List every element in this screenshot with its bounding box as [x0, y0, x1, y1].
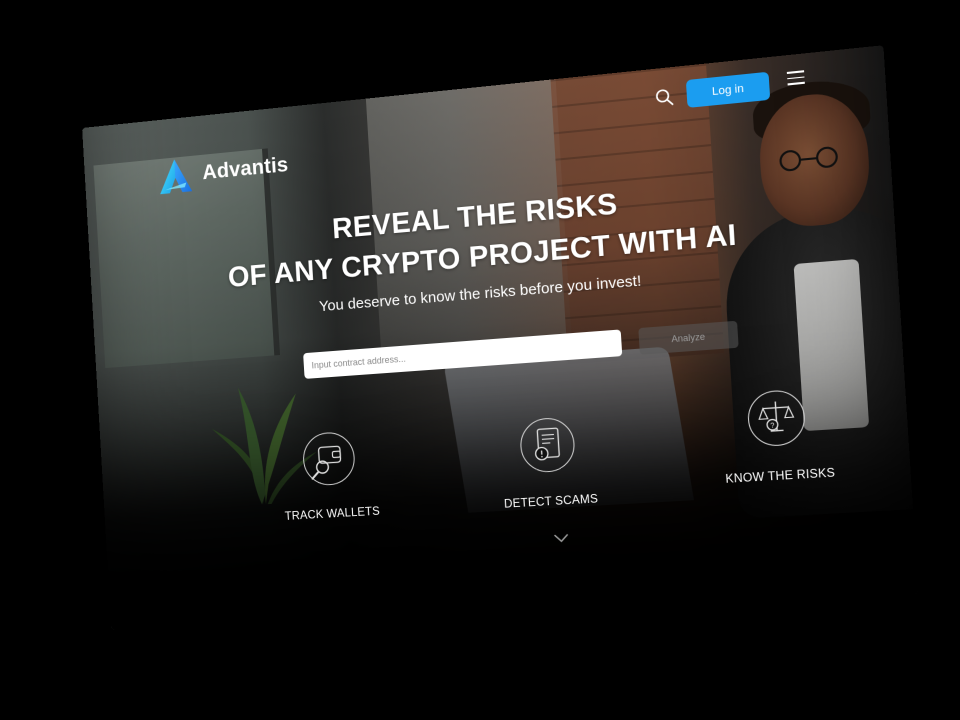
advantis-logo-icon: [156, 156, 194, 196]
wallet-magnifier-icon: [300, 429, 358, 488]
hamburger-menu-icon[interactable]: [787, 70, 805, 88]
risk-scale-icon: ?: [745, 387, 809, 449]
svg-text:?: ?: [770, 422, 775, 430]
search-icon[interactable]: [653, 85, 677, 110]
chevron-down-icon[interactable]: [553, 533, 570, 544]
feature-know-the-risks[interactable]: ? KNOW THE RISKS: [690, 383, 867, 487]
brand-name: Advantis: [202, 153, 289, 185]
menu-line: [787, 70, 804, 73]
scam-document-icon: [517, 415, 578, 475]
feature-track-wallets[interactable]: TRACK WALLETS: [250, 426, 410, 525]
screenshot-stage: Advantis Log in REVEAL THE RISKS OF ANY …: [0, 0, 960, 720]
menu-line: [788, 82, 805, 85]
website-hero: Advantis Log in REVEAL THE RISKS OF ANY …: [82, 45, 918, 629]
menu-line: [787, 76, 804, 79]
feature-detect-scams[interactable]: DETECT SCAMS: [465, 411, 634, 512]
